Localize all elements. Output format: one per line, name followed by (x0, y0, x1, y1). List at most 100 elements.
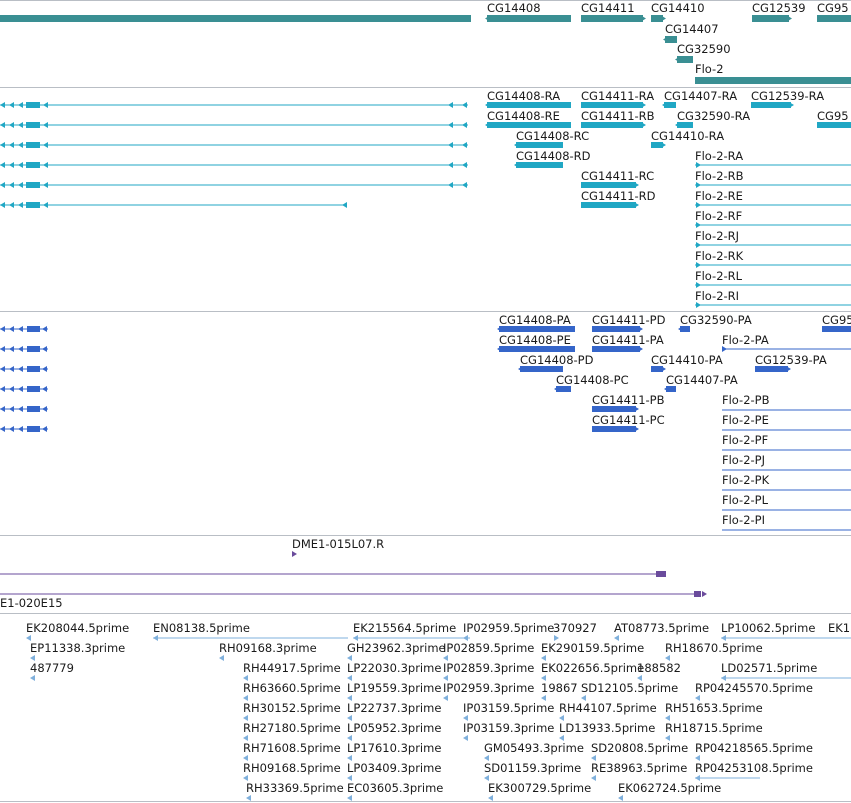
est-label: LP22737.3prime (347, 701, 441, 715)
protein-label: CG14410-PA (651, 353, 723, 367)
transcript-exon[interactable] (581, 182, 636, 188)
protein-block[interactable] (27, 386, 40, 392)
gene-bar[interactable] (817, 15, 851, 22)
est-label: RH18715.5prime (665, 721, 763, 735)
transcript-label: Flo-2-RL (695, 269, 743, 283)
protein-label: Flo-2-PI (722, 513, 765, 527)
arrowhead-left (0, 202, 5, 208)
est-label: SD20808.5prime (591, 741, 688, 755)
est-arrow-left (347, 795, 352, 801)
transcript-exon[interactable] (26, 182, 40, 188)
transcript-exon[interactable] (516, 142, 563, 148)
transcript-exon[interactable] (581, 202, 636, 208)
est-label: RH09168.3prime (219, 641, 317, 655)
arrowhead-right (661, 15, 666, 22)
arrowhead-left (448, 102, 453, 108)
arrowhead-left (18, 386, 23, 392)
transcript-exon[interactable] (751, 102, 791, 108)
est-label: EK208044.5prime (26, 621, 129, 635)
arrowhead-left (462, 102, 467, 108)
protein-block[interactable] (755, 366, 788, 372)
transcript-exon[interactable] (26, 162, 40, 168)
transcript-label: CG14408-RD (516, 149, 591, 163)
est-label: RH44107.5prime (559, 701, 657, 715)
est-arrow-left (591, 775, 596, 781)
est-label: IP02959.5prime (463, 621, 554, 635)
transcript-label: Flo-2-RA (695, 149, 743, 163)
clone-end-block[interactable] (656, 571, 666, 577)
protein-block[interactable] (27, 426, 40, 432)
arrowhead-left (9, 386, 14, 392)
transcript-exon[interactable] (487, 102, 571, 108)
protein-label: Flo-2-PK (722, 473, 770, 487)
transcript-exon[interactable] (26, 122, 40, 128)
gene-bar[interactable] (695, 77, 851, 84)
protein-block[interactable] (592, 326, 640, 332)
protein-label: Flo-2-PE (722, 413, 769, 427)
transcript-label: CG14408-RC (516, 129, 589, 143)
arrowhead-left (448, 182, 453, 188)
arrowhead-right (702, 591, 707, 597)
gene-track: CG14408 CG14411 CG14410 CG12539 CG95 CG14407 C… (0, 1, 851, 84)
transcript-exon[interactable] (26, 102, 40, 108)
transcript-exon[interactable] (581, 102, 643, 108)
est-label: SD01159.3prime (484, 761, 581, 775)
transcript-exon[interactable] (487, 122, 571, 128)
est-label: RH71608.5prime (243, 741, 341, 755)
arrowhead-left (42, 406, 47, 412)
est-label: 188582 (637, 661, 681, 675)
gene-bar[interactable] (0, 15, 471, 22)
est-arrow-left (30, 675, 35, 681)
protein-block[interactable] (27, 346, 40, 352)
est-label: RH09168.5prime (243, 761, 341, 775)
clone-end-marker (292, 551, 297, 557)
protein-block[interactable] (27, 406, 40, 412)
arrowhead-left (0, 182, 5, 188)
arrowhead-left (0, 102, 5, 108)
arrowhead-left (18, 426, 23, 432)
protein-label: CG14408-PD (520, 353, 594, 367)
protein-block[interactable] (499, 326, 575, 332)
arrowhead-left (9, 182, 14, 188)
clone-end-block[interactable] (694, 591, 701, 597)
arrowhead-left (9, 102, 14, 108)
arrowhead-left (42, 346, 47, 352)
est-label: LD02571.5prime (721, 661, 817, 675)
transcript-exon[interactable] (26, 202, 40, 208)
protein-label: Flo-2-PF (722, 433, 768, 447)
est-arrow-left (488, 795, 493, 801)
arrowhead-left (18, 202, 23, 208)
protein-block[interactable] (822, 326, 851, 332)
gene-bar[interactable] (487, 15, 571, 22)
arrowhead-left (43, 102, 48, 108)
protein-block[interactable] (592, 406, 636, 412)
arrowhead-left (9, 202, 14, 208)
protein-block[interactable] (520, 366, 563, 372)
est-label: EN08138.5prime (153, 621, 250, 635)
est-label: EK022656.5prime (541, 661, 644, 675)
est-label: EK1 (828, 621, 850, 635)
protein-block[interactable] (592, 426, 636, 432)
transcript-exon[interactable] (581, 122, 643, 128)
transcript-exon[interactable] (516, 162, 563, 168)
transcript-label: CG95 (817, 109, 849, 123)
arrowhead-left (43, 162, 48, 168)
protein-block[interactable] (27, 366, 40, 372)
arrowhead-left (18, 162, 23, 168)
est-label: 19867 (541, 681, 578, 695)
protein-block[interactable] (27, 326, 40, 332)
transcript-exon[interactable] (26, 142, 40, 148)
gene-label: CG14410 (651, 1, 705, 15)
protein-block[interactable] (499, 346, 575, 352)
est-label: RE38963.5prime (591, 761, 687, 775)
protein-label: CG14408-PC (556, 373, 629, 387)
gene-label: CG32590 (677, 42, 731, 56)
est-label: EK300729.5prime (488, 781, 591, 795)
transcript-exon[interactable] (817, 122, 851, 128)
arrowhead-left (43, 202, 48, 208)
gene-bar[interactable] (581, 15, 643, 22)
arrowhead-left (18, 366, 23, 372)
protein-block[interactable] (592, 346, 640, 352)
est-label: EC03605.3prime (347, 781, 443, 795)
gene-bar[interactable] (752, 15, 789, 22)
